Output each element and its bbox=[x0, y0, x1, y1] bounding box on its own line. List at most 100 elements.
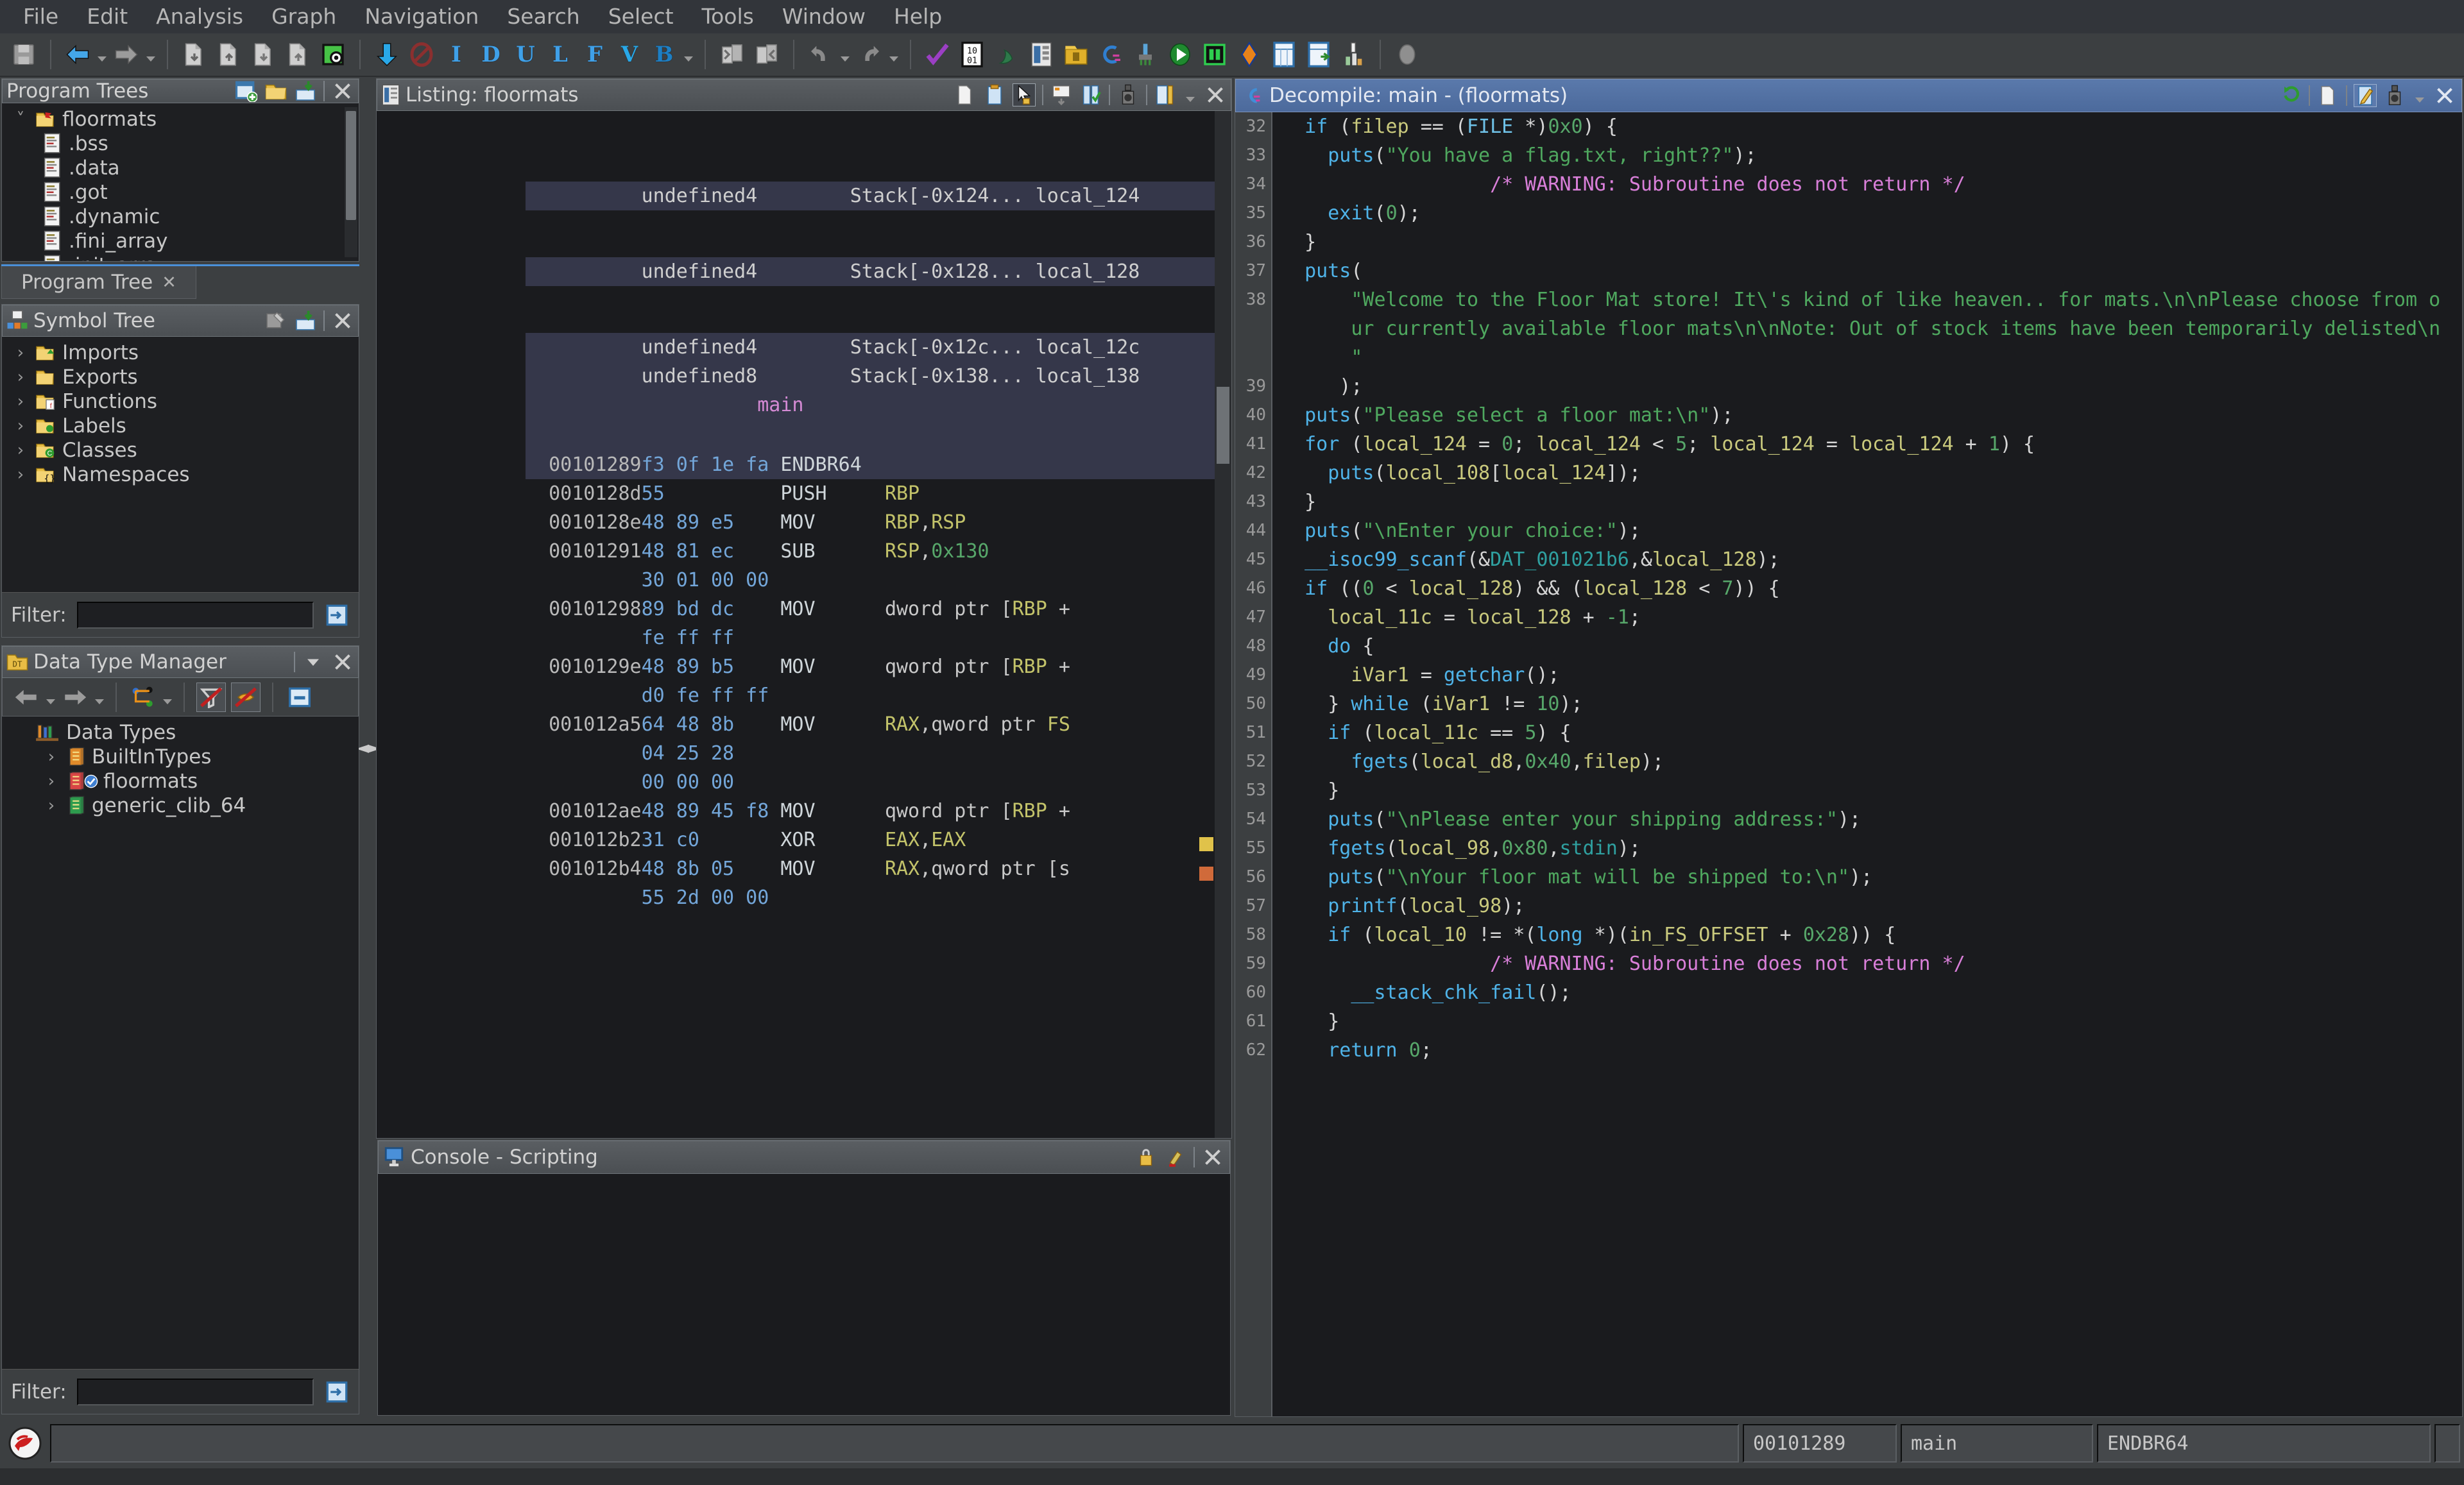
symbol-tree-item-namespaces[interactable]: ›{}Namespaces bbox=[2, 462, 359, 487]
table-icon[interactable] bbox=[1269, 40, 1299, 69]
expand-chevron-icon[interactable]: › bbox=[11, 368, 30, 387]
listing-instruction-row[interactable]: 55 2d 00 00 bbox=[526, 883, 1231, 912]
create-symbol-icon[interactable] bbox=[264, 309, 287, 332]
menu-item-analysis[interactable]: Analysis bbox=[142, 1, 257, 32]
lock-icon[interactable] bbox=[1134, 1146, 1158, 1169]
data-type-manager-tree[interactable]: Data Types›BuiltInTypes›floormats›generi… bbox=[2, 717, 359, 1369]
program-tree-item[interactable]: .got bbox=[2, 180, 359, 205]
no-pointer-icon[interactable] bbox=[231, 683, 261, 712]
paste-icon[interactable] bbox=[983, 83, 1006, 106]
down-arrow-icon[interactable] bbox=[372, 40, 402, 69]
program-trees-scrollbar[interactable] bbox=[345, 107, 357, 257]
symbol-tree-item-functions[interactable]: ›fFunctions bbox=[2, 389, 359, 414]
tab-program-tree[interactable]: Program Tree ✕ bbox=[1, 266, 196, 299]
new-tree-icon[interactable] bbox=[235, 80, 258, 103]
decompile-code-line[interactable]: puts("\nPlease enter your shipping addre… bbox=[1281, 805, 2462, 834]
program-tree-item[interactable]: .data bbox=[2, 156, 359, 180]
bookmark-dropdown-icon[interactable] bbox=[681, 40, 696, 69]
decompile-code-line[interactable]: } bbox=[1281, 488, 2462, 516]
clear-icon[interactable] bbox=[1164, 1146, 1187, 1169]
close-icon[interactable] bbox=[1201, 1146, 1224, 1169]
edit-icon[interactable] bbox=[2354, 84, 2377, 107]
listing-instruction-row[interactable]: 30 01 00 00 bbox=[526, 566, 1231, 595]
collapse-tree-icon[interactable] bbox=[294, 80, 317, 103]
decompile-code-line[interactable]: /* WARNING: Subroutine does not return *… bbox=[1281, 949, 2462, 978]
decompile-code-line[interactable]: } while (iVar1 != 10); bbox=[1281, 690, 2462, 718]
symbol-tree-item-imports[interactable]: ›Imports bbox=[2, 341, 359, 365]
forward-arrow-icon[interactable] bbox=[112, 40, 141, 69]
decompile-code-line[interactable]: exit(0); bbox=[1281, 199, 2462, 228]
program-tree-item[interactable]: .dynamic bbox=[2, 205, 359, 229]
graph-dropdown-icon[interactable] bbox=[160, 683, 175, 712]
decompile-code-line[interactable]: if (local_10 != *(long *)(in_FS_OFFSET +… bbox=[1281, 921, 2462, 949]
help-icon[interactable] bbox=[1392, 40, 1422, 69]
decompiler-icon[interactable] bbox=[1096, 40, 1125, 69]
expand-chevron-icon[interactable]: › bbox=[11, 343, 30, 362]
check-analysis-icon[interactable] bbox=[923, 40, 952, 69]
expand-chevron-icon[interactable]: › bbox=[11, 416, 30, 436]
toggle-header-icon[interactable] bbox=[1050, 83, 1073, 106]
decompile-body[interactable]: 3233343536373839404142434445464748495051… bbox=[1235, 112, 2462, 1416]
diff-right-icon[interactable] bbox=[752, 40, 782, 69]
expand-chevron-icon[interactable]: › bbox=[42, 747, 61, 767]
processor-icon[interactable] bbox=[1200, 40, 1229, 69]
forward-arrow-icon[interactable] bbox=[60, 683, 90, 712]
memory-map-icon[interactable] bbox=[318, 40, 348, 69]
function-f-icon[interactable]: F bbox=[580, 40, 610, 69]
diamond-icon[interactable] bbox=[1235, 40, 1264, 69]
symbol-tree-item-labels[interactable]: ›Labels bbox=[2, 414, 359, 438]
ghidra-dragon-icon[interactable] bbox=[4, 1424, 46, 1463]
dropdown-icon[interactable] bbox=[302, 650, 325, 674]
decompile-code-line[interactable]: puts("Please select a floor mat:\n"); bbox=[1281, 401, 2462, 430]
program-tree-root[interactable]: ˅floormats bbox=[2, 107, 359, 132]
back-arrow-icon[interactable] bbox=[63, 40, 92, 69]
decompile-code-line[interactable]: do { bbox=[1281, 632, 2462, 661]
expand-chevron-icon[interactable]: › bbox=[42, 772, 61, 791]
menu-item-file[interactable]: File bbox=[9, 1, 73, 32]
program-tree-item[interactable]: .init_array bbox=[2, 253, 359, 261]
run-icon[interactable] bbox=[1165, 40, 1195, 69]
decompile-code-line[interactable]: if ((0 < local_128) && (local_128 < 7)) … bbox=[1281, 574, 2462, 603]
decompile-code-line[interactable]: iVar1 = getchar(); bbox=[1281, 661, 2462, 690]
clean-icon[interactable] bbox=[1131, 40, 1160, 69]
listing-instruction-row[interactable]: 0010129889 bd dc MOV dword ptr [RBP + bbox=[526, 595, 1231, 624]
dropdown-icon[interactable] bbox=[2413, 81, 2427, 110]
decompile-code-line[interactable]: ); bbox=[1281, 372, 2462, 401]
listing-variable-row[interactable]: undefined8 Stack[-0x138... local_138 bbox=[526, 362, 1231, 391]
decompile-code-line[interactable]: ur currently available floor mats\n\nNot… bbox=[1281, 314, 2462, 343]
collapse-all-icon[interactable] bbox=[285, 683, 314, 712]
decompile-code-line[interactable]: puts("You have a flag.txt, right??"); bbox=[1281, 141, 2462, 170]
menu-item-select[interactable]: Select bbox=[594, 1, 688, 32]
bytes-viewer-icon[interactable]: 1001 bbox=[957, 40, 987, 69]
listing-scrollbar[interactable] bbox=[1215, 111, 1231, 1138]
no-entry-icon[interactable] bbox=[407, 40, 436, 69]
menu-item-graph[interactable]: Graph bbox=[257, 1, 350, 32]
expand-chevron-icon[interactable]: › bbox=[42, 796, 61, 815]
listing-instruction-row[interactable]: 0010129148 81 ec SUB RSP,0x130 bbox=[526, 537, 1231, 566]
console-output[interactable] bbox=[378, 1174, 1230, 1415]
symbol-tree-tree[interactable]: ›Imports›Exports›fFunctions›Labels›CClas… bbox=[2, 337, 359, 592]
listing-variable-row[interactable]: undefined4 Stack[-0x12c... local_12c bbox=[526, 333, 1231, 362]
decompile-code-line[interactable]: puts( bbox=[1281, 257, 2462, 285]
symbol-tree-filter-input[interactable] bbox=[77, 602, 314, 629]
data-type-archive-item[interactable]: ›BuiltInTypes bbox=[2, 745, 359, 769]
snapshot-icon[interactable] bbox=[2383, 84, 2406, 107]
collapse-tree-icon[interactable] bbox=[294, 309, 317, 332]
expand-chevron-icon[interactable]: › bbox=[11, 465, 30, 484]
archive-icon[interactable] bbox=[1061, 40, 1091, 69]
menu-item-search[interactable]: Search bbox=[493, 1, 594, 32]
forward-dropdown-icon[interactable] bbox=[144, 40, 158, 69]
listing-instruction-row[interactable]: 00 00 00 bbox=[526, 768, 1231, 797]
undefined-u-icon[interactable]: U bbox=[511, 40, 540, 69]
undo-icon[interactable] bbox=[806, 40, 835, 69]
listing-variable-row[interactable]: undefined4 Stack[-0x128... local_128 bbox=[526, 257, 1231, 286]
expand-chevron-icon[interactable]: › bbox=[11, 441, 30, 460]
export-file-icon[interactable] bbox=[214, 40, 244, 69]
decompile-code-line[interactable]: printf(local_98); bbox=[1281, 892, 2462, 921]
decompile-code[interactable]: if (filep == (FILE *)0x0) { puts("You ha… bbox=[1272, 112, 2462, 1416]
close-icon[interactable] bbox=[331, 80, 354, 103]
data-d-icon[interactable]: D bbox=[476, 40, 506, 69]
symbol-tree-item-classes[interactable]: ›CClasses bbox=[2, 438, 359, 462]
open-folder-icon[interactable] bbox=[264, 80, 287, 103]
decompile-code-line[interactable]: } bbox=[1281, 228, 2462, 257]
